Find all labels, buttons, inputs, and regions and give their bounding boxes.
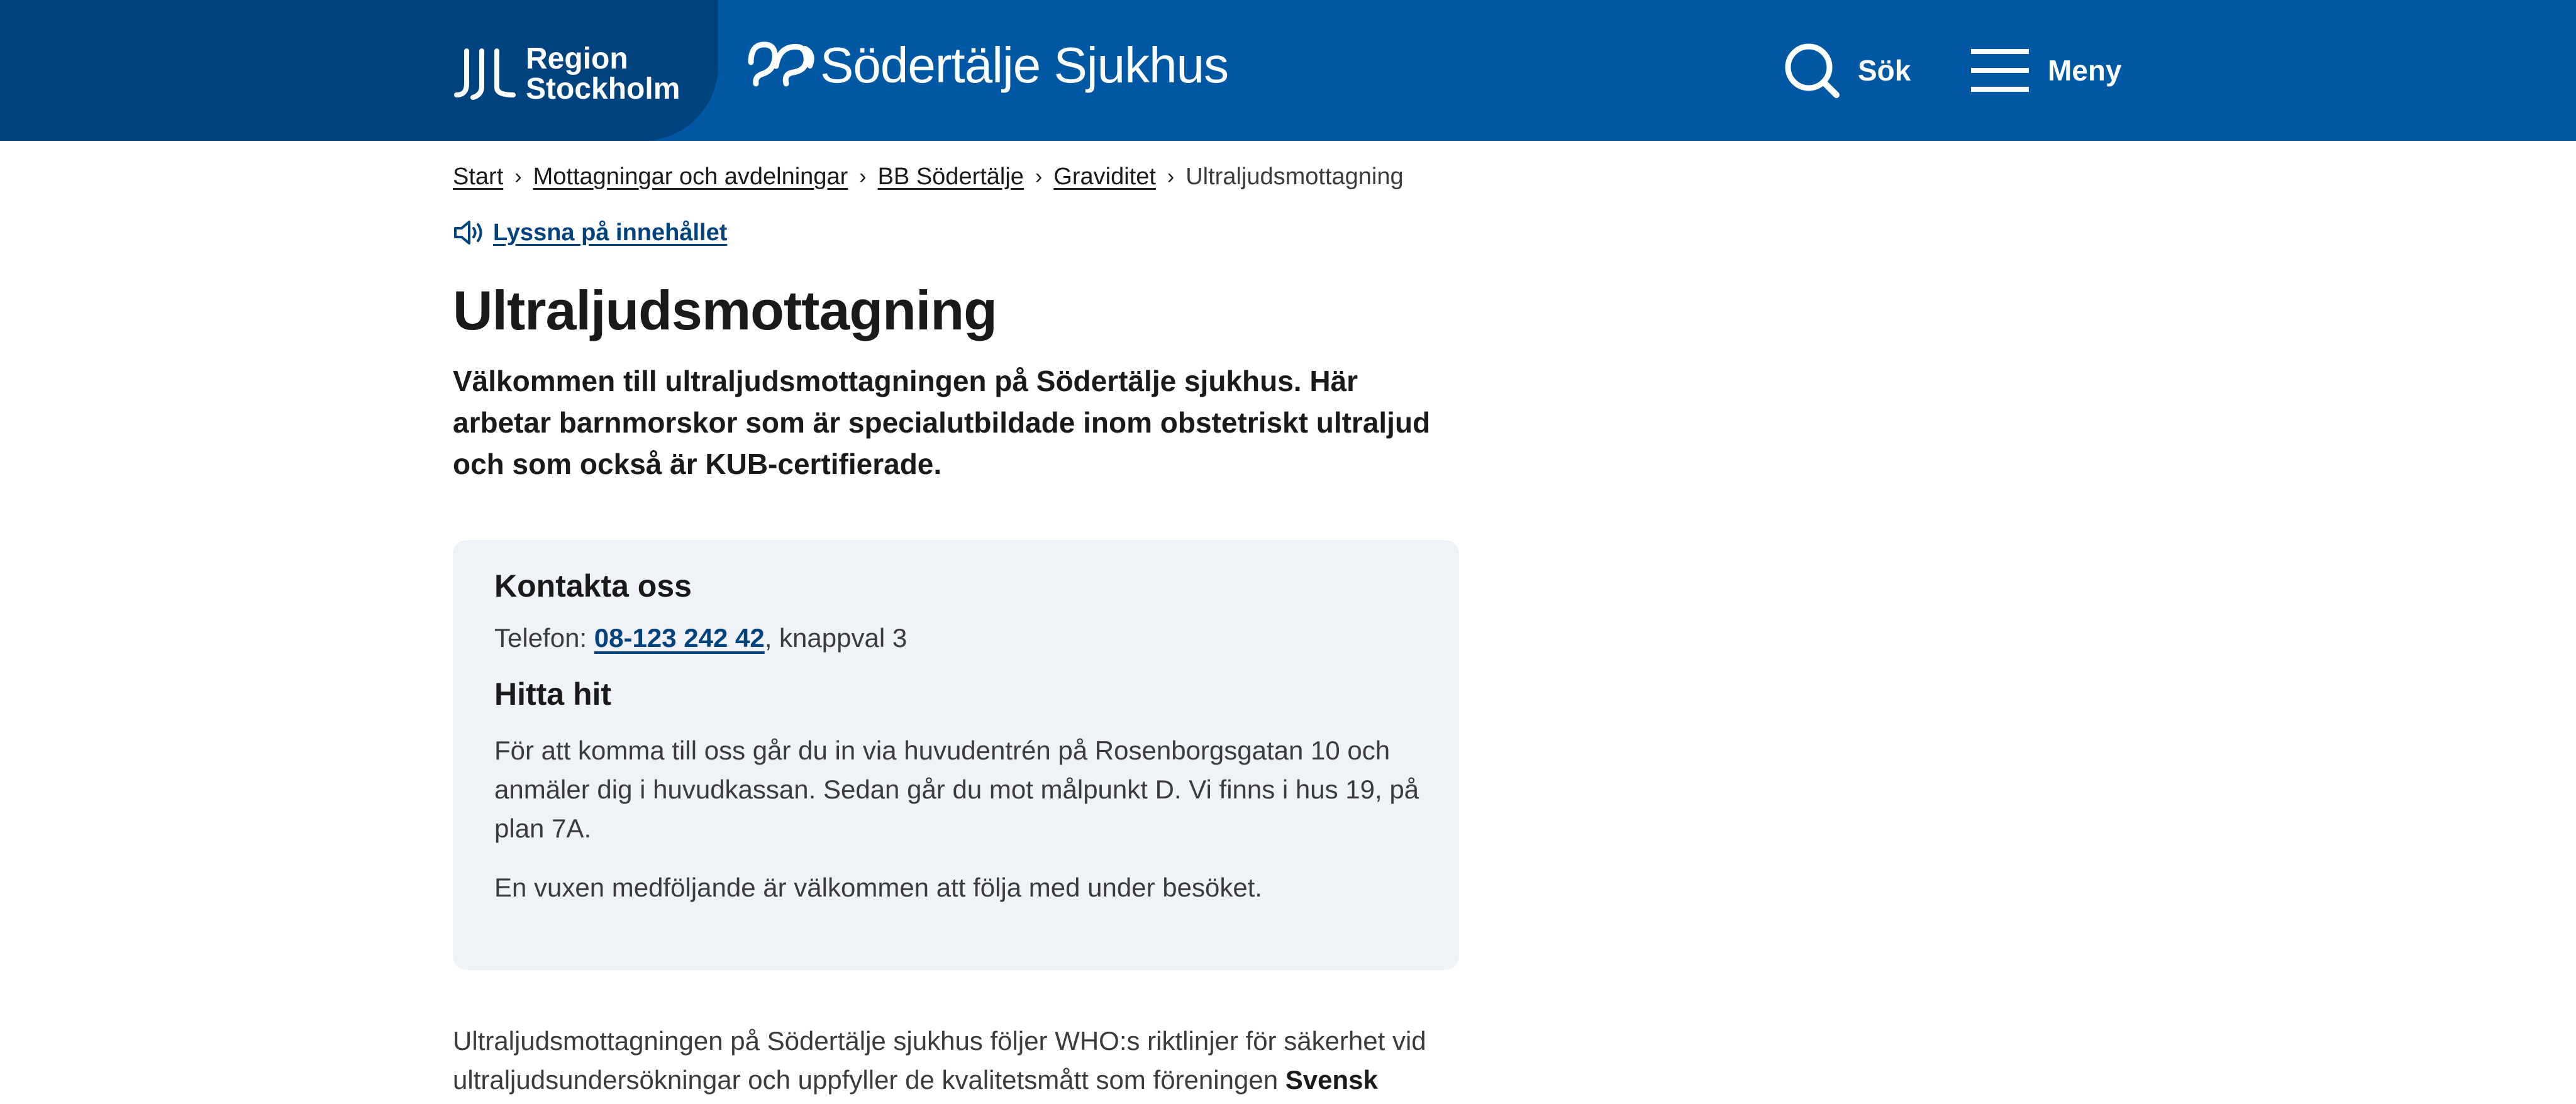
listen-link[interactable]: Lyssna på innehållet: [453, 218, 1459, 247]
region-logo-area: Region Stockholm: [0, 0, 718, 141]
breadcrumb: Start › Mottagningar och avdelningar › B…: [453, 163, 1459, 190]
phone-suffix: , knappval 3: [764, 623, 908, 653]
companion-text: En vuxen medföljande är välkommen att fö…: [494, 873, 1263, 902]
chevron-right-icon: ›: [1035, 165, 1043, 189]
page-title: Ultraljudsmottagning: [453, 279, 997, 341]
region-stockholm-logo[interactable]: Region Stockholm: [453, 44, 680, 104]
sodertalje-sjukhus-logo-icon: [748, 41, 814, 87]
phone-row: Telefon: 08-123 242 42, knappval 3: [494, 623, 1418, 653]
breadcrumb-bb-sodertalje[interactable]: BB Södertälje: [878, 163, 1024, 190]
region-name-line2: Stockholm: [526, 72, 680, 106]
site-header: Region Stockholm Södertälje Sjukhus Sök …: [0, 0, 2576, 141]
hospital-name: Södertälje Sjukhus: [820, 37, 1229, 93]
phone-prefix: Telefon:: [494, 623, 594, 653]
breadcrumb-graviditet[interactable]: Graviditet: [1053, 163, 1156, 190]
region-name-line1: Region: [526, 42, 628, 75]
hamburger-menu-icon: [1971, 49, 2029, 92]
listen-link-label[interactable]: Lyssna på innehållet: [493, 219, 727, 246]
search-label: Sök: [1858, 54, 1911, 87]
body-text: Ultraljudsmottagningen på Södertälje sju…: [453, 1026, 1426, 1095]
search-icon: [1785, 43, 1840, 98]
breadcrumb-current: Ultraljudsmottagning: [1185, 163, 1404, 190]
body-paragraph: Ultraljudsmottagningen på Södertälje sju…: [453, 1022, 1459, 1100]
breadcrumb-start[interactable]: Start: [453, 163, 503, 190]
menu-label: Meny: [2048, 54, 2122, 87]
chevron-right-icon: ›: [514, 165, 522, 189]
phone-link[interactable]: 08-123 242 42: [594, 623, 765, 653]
directions-text: För att komma till oss går du in via huv…: [494, 736, 1419, 843]
directions-heading: Hitta hit: [494, 676, 612, 712]
chevron-right-icon: ›: [859, 165, 867, 189]
lead-paragraph: Välkommen till ultraljudsmottagningen på…: [453, 365, 1431, 480]
speaker-icon: [454, 221, 482, 245]
chevron-right-icon: ›: [1167, 165, 1175, 189]
search-button[interactable]: Sök: [1784, 40, 1911, 101]
hospital-logo[interactable]: Södertälje Sjukhus: [747, 36, 1229, 94]
contact-heading: Kontakta oss: [494, 568, 692, 604]
region-stockholm-logo-icon: [454, 48, 516, 100]
body-bold-text: Svensk: [1285, 1065, 1378, 1095]
contact-box: Kontakta oss Telefon: 08-123 242 42, kna…: [453, 540, 1459, 970]
menu-button[interactable]: Meny: [1971, 40, 2122, 101]
breadcrumb-mottagningar[interactable]: Mottagningar och avdelningar: [533, 163, 848, 190]
main-content: Start › Mottagningar och avdelningar › B…: [453, 141, 1459, 1100]
